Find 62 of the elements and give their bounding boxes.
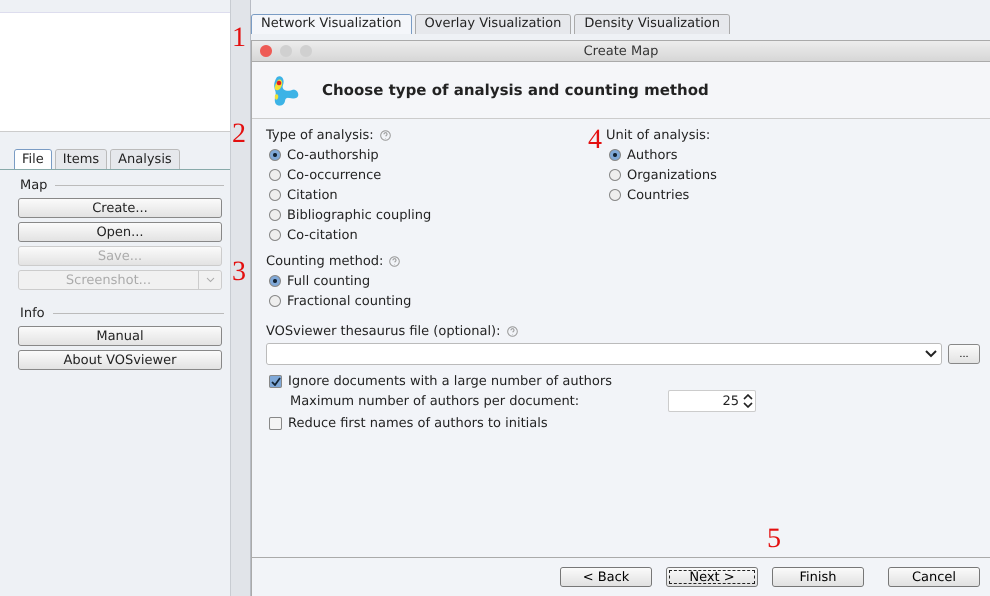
sidebar-button[interactable]: Create... [18,198,222,218]
annotation-number: 1 [232,24,246,52]
wizard-button[interactable]: < Back [560,567,652,587]
radio-button[interactable] [269,275,281,287]
annotation-number: 5 [767,525,781,553]
group-label: Unit of analysis: [606,128,710,142]
sidebar-button[interactable]: About VOSviewer [18,350,222,370]
annotation-number: 3 [232,258,246,286]
visualization-tab[interactable]: Overlay Visualization [414,14,572,34]
option-label: Co-occurrence [287,168,382,182]
radio-button[interactable] [269,229,281,241]
section-title: Info [20,306,45,321]
caret-icon [206,277,214,283]
radio-button[interactable] [269,169,281,181]
radio-button[interactable] [269,295,281,307]
radio-button[interactable] [609,169,621,181]
dialog-heading: Choose type of analysis and counting method [322,81,709,99]
wizard-button[interactable]: Finish [772,567,864,587]
radio-button[interactable] [269,209,281,221]
help-icon [506,326,518,336]
option-label: Full counting [287,274,370,288]
sidebar-tab[interactable]: Items [54,149,108,169]
group-label: Type of analysis: [266,128,374,142]
sidebar-button[interactable]: Open... [18,222,222,242]
browse-button[interactable]: ... [948,344,980,364]
close-button[interactable] [260,45,272,57]
sidebar-tab[interactable]: File [14,149,52,169]
field-label: VOSviewer thesaurus file (optional): [266,324,501,338]
option-label: Co-authorship [287,148,379,162]
option-label: Citation [287,188,338,202]
option-label: Bibliographic coupling [287,208,432,222]
option-label: Organizations [627,168,717,182]
radio-button[interactable] [609,149,621,161]
option-label: Co-citation [287,228,358,242]
chevron-down-icon [925,350,937,358]
radio-button[interactable] [609,189,621,201]
window-title: Create Map [582,44,660,58]
visualization-tab[interactable]: Network Visualization [251,14,412,34]
checkbox[interactable] [269,416,282,430]
radio-button[interactable] [269,149,281,161]
wizard-button[interactable]: Next > [666,567,758,587]
field-label: Maximum number of authors per document: [290,394,580,408]
section-title: Map [20,178,48,193]
option-label: Fractional counting [287,294,412,308]
radio-button[interactable] [269,189,281,201]
annotation-number: 4 [588,126,602,154]
up-down-arrows-icon [743,394,753,408]
help-icon [380,130,391,140]
checkbox[interactable] [269,374,282,388]
wizard-button[interactable]: Cancel [888,567,980,587]
group-label: Counting method: [266,254,384,268]
visualization-tab[interactable]: Density Visualization [574,14,730,34]
option-label: Reduce first names of authors to initials [288,416,548,430]
number-spinner[interactable]: 25 [668,390,756,412]
option-label: Ignore documents with a large number of authors [288,374,612,388]
option-label: Countries [627,188,690,202]
thesaurus-dropdown[interactable] [266,343,942,365]
annotation-number: 2 [232,120,246,148]
option-label: Authors [627,148,678,162]
help-icon [389,256,400,266]
sidebar-tab[interactable]: Analysis [110,149,180,169]
sidebar-button[interactable]: Manual [18,326,222,346]
